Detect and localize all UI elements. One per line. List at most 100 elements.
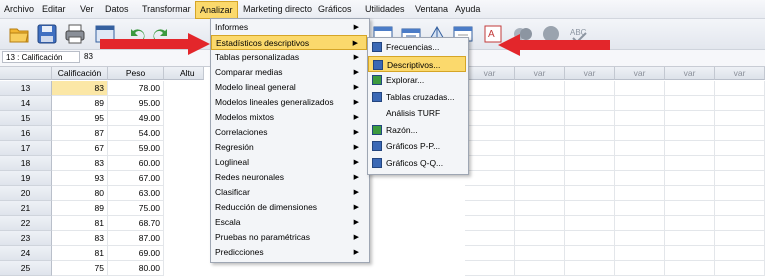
cell-empty[interactable] — [715, 246, 765, 261]
cell-empty[interactable] — [565, 156, 615, 171]
cell-calificacion[interactable]: 83 — [52, 156, 108, 171]
cell-empty[interactable] — [715, 171, 765, 186]
print-icon[interactable] — [64, 23, 86, 45]
row-header[interactable]: 17 — [0, 141, 52, 156]
cell-empty[interactable] — [615, 126, 665, 141]
analizar-menu-item[interactable]: Tablas personalizadas ▶ — [211, 50, 367, 65]
menu-utilidades[interactable]: Utilidades — [365, 4, 405, 14]
cell-peso[interactable]: 59.00 — [108, 141, 164, 156]
open-folder-icon[interactable] — [8, 23, 30, 45]
cell-peso[interactable]: 87.00 — [108, 231, 164, 246]
cell-empty[interactable] — [515, 81, 565, 96]
cell-empty[interactable] — [515, 171, 565, 186]
cell-empty[interactable] — [565, 246, 615, 261]
descriptives-submenu-item[interactable]: Gráficos P-P... — [368, 138, 466, 155]
cell-calificacion[interactable]: 81 — [52, 216, 108, 231]
cell-empty[interactable] — [565, 141, 615, 156]
descriptives-submenu-item[interactable]: Gráficos Q-Q... — [368, 155, 466, 172]
descriptives-submenu-item[interactable]: Explorar... — [368, 72, 466, 89]
column-header-peso[interactable]: Peso — [108, 67, 164, 80]
cell-calificacion[interactable]: 83 — [52, 231, 108, 246]
cell-empty[interactable] — [665, 201, 715, 216]
cell-empty[interactable] — [515, 231, 565, 246]
cell-empty[interactable] — [615, 201, 665, 216]
analizar-menu-item[interactable]: Modelo lineal general ▶ — [211, 80, 367, 95]
cell-empty[interactable] — [715, 141, 765, 156]
analizar-menu-item[interactable]: Redes neuronales ▶ — [211, 170, 367, 185]
row-header[interactable]: 21 — [0, 201, 52, 216]
column-header-altura[interactable]: Altu — [164, 67, 204, 80]
cell-empty[interactable] — [665, 126, 715, 141]
row-header[interactable]: 20 — [0, 186, 52, 201]
cell-calificacion[interactable]: 95 — [52, 111, 108, 126]
column-header-var[interactable]: var — [565, 67, 615, 80]
cell-empty[interactable] — [515, 126, 565, 141]
cell-empty[interactable] — [665, 246, 715, 261]
cell-calificacion[interactable]: 67 — [52, 141, 108, 156]
cell-empty[interactable] — [515, 156, 565, 171]
cell-empty[interactable] — [615, 261, 665, 276]
cell-peso[interactable]: 54.00 — [108, 126, 164, 141]
analizar-menu-item[interactable]: Informes ▶ — [211, 20, 367, 35]
cell-empty[interactable] — [465, 96, 515, 111]
row-header[interactable]: 25 — [0, 261, 52, 276]
cell-empty[interactable] — [565, 261, 615, 276]
cell-empty[interactable] — [665, 81, 715, 96]
cell-empty[interactable] — [715, 216, 765, 231]
analizar-menu-item[interactable]: Regresión ▶ — [211, 140, 367, 155]
cell-empty[interactable] — [465, 141, 515, 156]
menu-editar[interactable]: Editar — [42, 4, 66, 14]
analizar-menu-item[interactable]: Comparar medias ▶ — [211, 65, 367, 80]
descriptives-submenu-item[interactable]: Tablas cruzadas... — [368, 89, 466, 106]
cell-empty[interactable] — [465, 126, 515, 141]
cell-empty[interactable] — [615, 96, 665, 111]
cell-empty[interactable] — [565, 186, 615, 201]
cell-empty[interactable] — [565, 171, 615, 186]
cell-peso[interactable]: 67.00 — [108, 171, 164, 186]
cell-calificacion[interactable]: 93 — [52, 171, 108, 186]
cell-empty[interactable] — [715, 156, 765, 171]
column-header-var[interactable]: var — [465, 67, 515, 80]
cell-peso[interactable]: 60.00 — [108, 156, 164, 171]
menu-transformar[interactable]: Transformar — [142, 4, 191, 14]
cell-empty[interactable] — [715, 186, 765, 201]
analizar-menu-item[interactable]: Clasificar ▶ — [211, 185, 367, 200]
row-header[interactable]: 22 — [0, 216, 52, 231]
descriptives-submenu-item[interactable]: Razón... — [368, 122, 466, 139]
cell-empty[interactable] — [565, 231, 615, 246]
descriptives-submenu-item[interactable]: Frecuencias... — [368, 39, 466, 56]
cell-empty[interactable] — [715, 201, 765, 216]
cell-empty[interactable] — [665, 186, 715, 201]
cell-empty[interactable] — [615, 156, 665, 171]
cell-calificacion[interactable]: 87 — [52, 126, 108, 141]
save-icon[interactable] — [36, 23, 58, 45]
cell-empty[interactable] — [565, 96, 615, 111]
cell-empty[interactable] — [665, 111, 715, 126]
cell-empty[interactable] — [615, 171, 665, 186]
descriptives-submenu-item[interactable]: Descriptivos... — [368, 55, 466, 72]
cell-empty[interactable] — [665, 231, 715, 246]
descriptives-submenu-item[interactable]: Análisis TURF — [368, 105, 466, 122]
cell-empty[interactable] — [565, 216, 615, 231]
analizar-menu-item[interactable]: Modelos lineales generalizados ▶ — [211, 95, 367, 110]
cell-empty[interactable] — [615, 216, 665, 231]
cell-empty[interactable] — [465, 246, 515, 261]
menu-analizar[interactable]: Analizar — [195, 1, 238, 19]
cell-peso[interactable]: 69.00 — [108, 246, 164, 261]
cell-empty[interactable] — [465, 171, 515, 186]
cell-empty[interactable] — [565, 126, 615, 141]
cell-empty[interactable] — [715, 261, 765, 276]
cell-empty[interactable] — [715, 126, 765, 141]
cell-empty[interactable] — [515, 96, 565, 111]
cell-empty[interactable] — [515, 186, 565, 201]
cell-empty[interactable] — [665, 141, 715, 156]
cell-empty[interactable] — [465, 216, 515, 231]
row-header[interactable]: 15 — [0, 111, 52, 126]
cell-empty[interactable] — [615, 141, 665, 156]
cell-calificacion[interactable]: 81 — [52, 246, 108, 261]
cell-empty[interactable] — [665, 261, 715, 276]
row-header[interactable]: 13 — [0, 81, 52, 96]
cell-empty[interactable] — [665, 171, 715, 186]
column-header-var[interactable]: var — [715, 67, 765, 80]
column-header-calificacion[interactable]: Calificación — [52, 67, 108, 80]
